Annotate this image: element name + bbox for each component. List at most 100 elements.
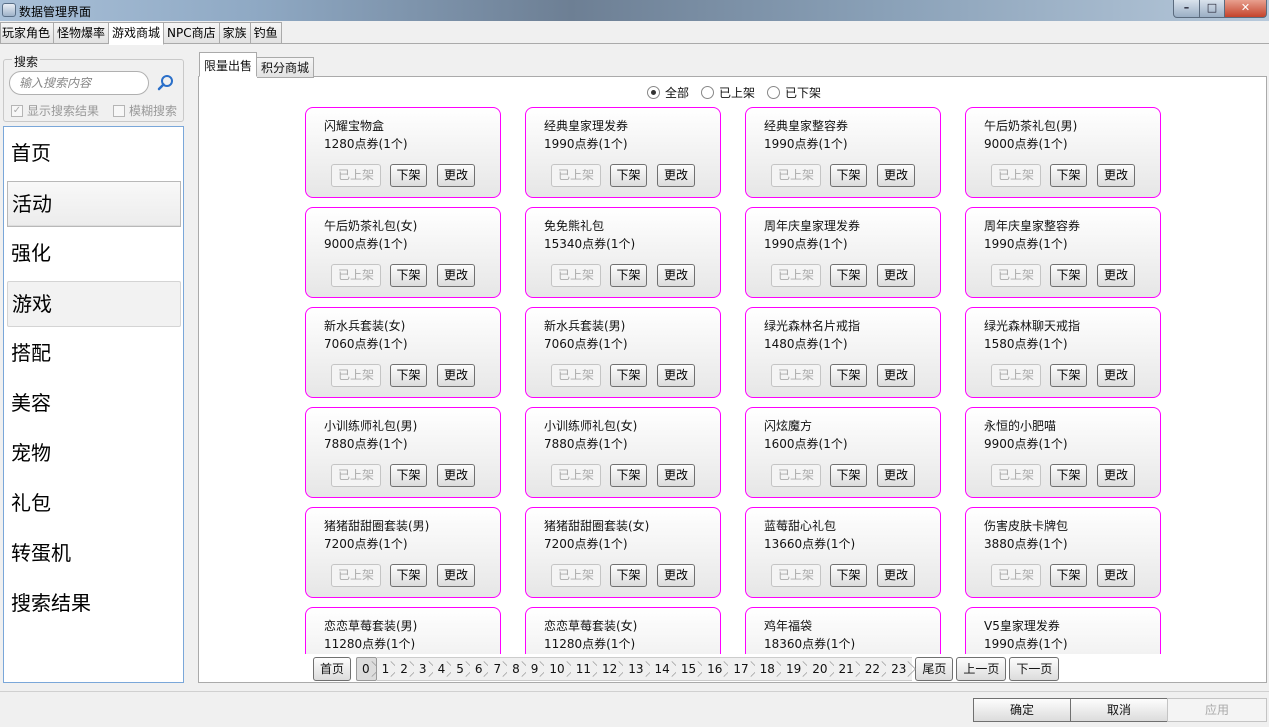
unlist-button[interactable]: 下架 bbox=[1050, 364, 1087, 387]
unlist-button[interactable]: 下架 bbox=[610, 264, 647, 287]
edit-button[interactable]: 更改 bbox=[1097, 564, 1135, 587]
edit-button[interactable]: 更改 bbox=[437, 364, 475, 387]
listed-button[interactable]: 已上架 bbox=[551, 364, 601, 387]
listed-button[interactable]: 已上架 bbox=[331, 364, 381, 387]
main-tab[interactable]: 钓鱼 bbox=[250, 22, 282, 44]
unlist-button[interactable]: 下架 bbox=[610, 464, 647, 487]
fuzzy-search-checkbox[interactable]: 模糊搜索 bbox=[113, 102, 177, 119]
edit-button[interactable]: 更改 bbox=[657, 364, 695, 387]
page-number[interactable]: 15 bbox=[675, 657, 703, 681]
page-number[interactable]: 4 bbox=[432, 657, 452, 681]
edit-button[interactable]: 更改 bbox=[657, 564, 695, 587]
unlist-button[interactable]: 下架 bbox=[390, 564, 427, 587]
page-number[interactable]: 17 bbox=[728, 657, 755, 681]
unlist-button[interactable]: 下架 bbox=[830, 564, 867, 587]
filter-radio[interactable]: 全部 bbox=[647, 84, 689, 101]
edit-button[interactable]: 更改 bbox=[437, 164, 475, 187]
listed-button[interactable]: 已上架 bbox=[991, 164, 1041, 187]
listed-button[interactable]: 已上架 bbox=[991, 564, 1041, 587]
edit-button[interactable]: 更改 bbox=[657, 464, 695, 487]
listed-button[interactable]: 已上架 bbox=[771, 164, 821, 187]
unlist-button[interactable]: 下架 bbox=[610, 564, 647, 587]
unlist-button[interactable]: 下架 bbox=[610, 364, 647, 387]
page-number[interactable]: 13 bbox=[623, 657, 650, 681]
listed-button[interactable]: 已上架 bbox=[331, 264, 381, 287]
cancel-button[interactable]: 取消 bbox=[1070, 698, 1168, 722]
page-number[interactable]: 19 bbox=[780, 657, 808, 681]
unlist-button[interactable]: 下架 bbox=[830, 164, 867, 187]
ok-button[interactable]: 确定 bbox=[973, 698, 1071, 722]
next-page-button[interactable]: 下一页 bbox=[1009, 657, 1060, 681]
page-number[interactable]: 6 bbox=[469, 657, 489, 681]
edit-button[interactable]: 更改 bbox=[1097, 464, 1135, 487]
unlist-button[interactable]: 下架 bbox=[390, 264, 427, 287]
page-number[interactable]: 3 bbox=[413, 657, 433, 681]
listed-button[interactable]: 已上架 bbox=[771, 464, 821, 487]
listed-button[interactable]: 已上架 bbox=[551, 164, 601, 187]
page-number[interactable]: 8 bbox=[507, 657, 526, 681]
unlist-button[interactable]: 下架 bbox=[830, 364, 867, 387]
category-item[interactable]: 礼包 bbox=[7, 481, 181, 527]
listed-button[interactable]: 已上架 bbox=[991, 364, 1041, 387]
edit-button[interactable]: 更改 bbox=[1097, 364, 1135, 387]
edit-button[interactable]: 更改 bbox=[877, 364, 915, 387]
page-number[interactable]: 16 bbox=[702, 657, 729, 681]
listed-button[interactable]: 已上架 bbox=[331, 564, 381, 587]
edit-button[interactable]: 更改 bbox=[877, 264, 915, 287]
edit-button[interactable]: 更改 bbox=[657, 164, 695, 187]
edit-button[interactable]: 更改 bbox=[877, 464, 915, 487]
unlist-button[interactable]: 下架 bbox=[390, 164, 427, 187]
sub-tab[interactable]: 积分商城 bbox=[257, 57, 315, 78]
category-item[interactable]: 搭配 bbox=[7, 331, 181, 377]
edit-button[interactable]: 更改 bbox=[1097, 164, 1135, 187]
listed-button[interactable]: 已上架 bbox=[551, 564, 601, 587]
listed-button[interactable]: 已上架 bbox=[771, 564, 821, 587]
listed-button[interactable]: 已上架 bbox=[771, 364, 821, 387]
edit-button[interactable]: 更改 bbox=[1097, 264, 1135, 287]
page-number[interactable]: 11 bbox=[570, 657, 597, 681]
edit-button[interactable]: 更改 bbox=[877, 164, 915, 187]
edit-button[interactable]: 更改 bbox=[877, 564, 915, 587]
unlist-button[interactable]: 下架 bbox=[1050, 564, 1087, 587]
last-page-button[interactable]: 尾页 bbox=[915, 657, 954, 681]
unlist-button[interactable]: 下架 bbox=[390, 364, 427, 387]
unlist-button[interactable]: 下架 bbox=[1050, 464, 1087, 487]
edit-button[interactable]: 更改 bbox=[657, 264, 695, 287]
page-number[interactable]: 12 bbox=[596, 657, 624, 681]
listed-button[interactable]: 已上架 bbox=[551, 264, 601, 287]
first-page-button[interactable]: 首页 bbox=[313, 657, 351, 681]
search-input[interactable]: 输入搜索内容 bbox=[9, 71, 149, 95]
main-tab[interactable]: 怪物爆率 bbox=[54, 22, 110, 44]
listed-button[interactable]: 已上架 bbox=[331, 464, 381, 487]
page-number[interactable]: 5 bbox=[451, 657, 470, 681]
unlist-button[interactable]: 下架 bbox=[1050, 164, 1087, 187]
unlist-button[interactable]: 下架 bbox=[830, 464, 867, 487]
page-number[interactable]: 20 bbox=[807, 657, 834, 681]
apply-button[interactable]: 应用 bbox=[1167, 698, 1267, 722]
unlist-button[interactable]: 下架 bbox=[390, 464, 427, 487]
search-icon[interactable] bbox=[157, 74, 175, 92]
category-item[interactable]: 首页 bbox=[7, 131, 181, 177]
page-number[interactable]: 9 bbox=[525, 657, 545, 681]
page-number[interactable]: 7 bbox=[488, 657, 508, 681]
sub-tab[interactable]: 限量出售 bbox=[199, 52, 258, 77]
category-item[interactable]: 美容 bbox=[7, 381, 181, 427]
unlist-button[interactable]: 下架 bbox=[830, 264, 867, 287]
main-tab[interactable]: 玩家角色 bbox=[0, 22, 55, 44]
listed-button[interactable]: 已上架 bbox=[771, 264, 821, 287]
category-item[interactable]: 活动 bbox=[7, 181, 181, 227]
maximize-button[interactable]: □ bbox=[1199, 0, 1225, 18]
listed-button[interactable]: 已上架 bbox=[331, 164, 381, 187]
main-tab[interactable]: NPC商店 bbox=[164, 22, 220, 44]
edit-button[interactable]: 更改 bbox=[437, 564, 475, 587]
category-item[interactable]: 强化 bbox=[7, 231, 181, 277]
page-number[interactable]: 23 bbox=[886, 657, 913, 681]
category-item[interactable]: 转蛋机 bbox=[7, 531, 181, 577]
listed-button[interactable]: 已上架 bbox=[991, 464, 1041, 487]
show-results-checkbox[interactable]: ✓ 显示搜索结果 bbox=[11, 102, 99, 119]
page-number[interactable]: 14 bbox=[649, 657, 676, 681]
filter-radio[interactable]: 已上架 bbox=[701, 84, 755, 101]
page-number[interactable]: 21 bbox=[833, 657, 860, 681]
page-number[interactable]: 0 bbox=[356, 657, 377, 681]
category-item[interactable]: 宠物 bbox=[7, 431, 181, 477]
